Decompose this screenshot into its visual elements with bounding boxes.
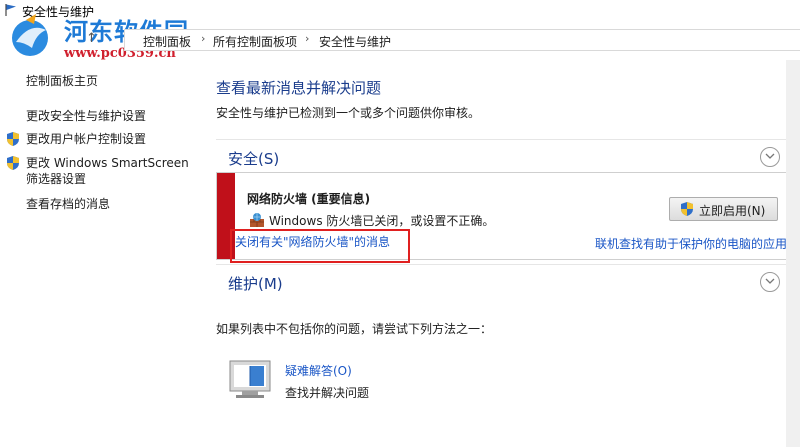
troubleshooting-description: 查找并解决问题	[285, 386, 370, 400]
breadcrumb-all-items[interactable]: 所有控制面板项	[213, 33, 297, 50]
vertical-scrollbar[interactable]	[786, 60, 800, 447]
page-title: 查看最新消息并解决问题	[216, 79, 382, 97]
sidebar-item-security-settings[interactable]: 更改安全性与维护设置	[26, 108, 146, 124]
maintenance-section-header[interactable]: 维护(M)	[216, 264, 800, 299]
address-bar[interactable]: 控制面板 › 所有控制面板项 › 安全性与维护	[124, 29, 800, 51]
breadcrumb-control-panel[interactable]: 控制面板	[143, 33, 191, 50]
troubleshoot-hint: 如果列表中不包括你的问题，请尝试下列方法之一：	[216, 322, 493, 336]
sidebar-item-smartscreen[interactable]: 更改 Windows SmartScreen 筛选器设置	[26, 155, 189, 187]
page-description: 安全性与维护已检测到一个或多个问题供你审核。	[216, 106, 481, 120]
sidebar-item-smartscreen-line1: 更改 Windows SmartScreen	[26, 156, 189, 170]
up-arrow-button[interactable]: ↑	[86, 31, 97, 46]
sidebar-item-uac-settings[interactable]: 更改用户帐户控制设置	[26, 131, 146, 147]
alert-title: 网络防火墙 (重要信息)	[247, 192, 371, 206]
troubleshooting-icon	[229, 360, 271, 398]
turn-off-messages-link[interactable]: 关闭有关"网络防火墙"的消息	[235, 233, 390, 250]
uac-shield-icon	[7, 132, 19, 146]
sidebar-item-smartscreen-line2: 筛选器设置	[26, 172, 87, 186]
sidebar-home-link[interactable]: 控制面板主页	[26, 73, 98, 89]
uac-shield-icon	[681, 202, 693, 216]
chevron-down-icon[interactable]	[760, 147, 780, 167]
maintenance-section-label: 维护(M)	[228, 275, 283, 293]
turn-on-now-label: 立即启用(N)	[699, 204, 766, 218]
alert-severity-bar	[217, 173, 235, 259]
troubleshooting-link[interactable]: 疑难解答(O)	[285, 362, 352, 379]
watermark-logo-icon	[12, 14, 48, 56]
firewall-alert-card: 网络防火墙 (重要信息) Windows 防火墙已关闭，或设置不正确。 关闭有关…	[216, 172, 796, 260]
breadcrumb-security-maintenance[interactable]: 安全性与维护	[319, 33, 391, 50]
sidebar-item-archived-messages[interactable]: 查看存档的消息	[26, 196, 110, 212]
uac-shield-icon	[7, 156, 19, 170]
security-section-header[interactable]: 安全(S)	[216, 139, 800, 174]
turn-on-now-button[interactable]: 立即启用(N)	[669, 197, 778, 221]
chevron-down-icon[interactable]	[760, 272, 780, 292]
find-app-online-link[interactable]: 联机查找有助于保护你的电脑的应用	[595, 235, 787, 252]
alert-message: Windows 防火墙已关闭，或设置不正确。	[269, 214, 495, 228]
breadcrumb-separator: ›	[201, 32, 206, 45]
breadcrumb-separator: ›	[305, 32, 310, 45]
security-section-label: 安全(S)	[228, 150, 280, 168]
firewall-icon	[250, 213, 264, 227]
